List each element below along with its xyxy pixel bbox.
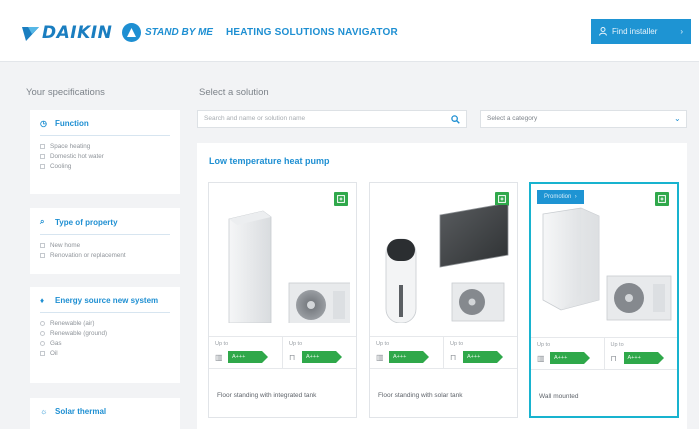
radio[interactable] [40,330,45,336]
energy-label: A+++ [228,351,268,363]
solar-icon: ☼ [40,407,48,416]
option-renewable-air[interactable]: Renewable (air) [30,318,180,328]
checkbox[interactable] [40,163,45,169]
efficiency-stats: Up to ▥ A+++ Up to ⊓ A+++ [531,337,677,370]
energy-label: A+++ [623,352,664,364]
energy-label: A+++ [389,351,429,363]
stand-by-me-icon [122,23,141,42]
option-gas[interactable]: Gas [30,338,180,348]
hot-water-rating: Up to ⊓ A+++ [282,337,356,368]
radio[interactable] [40,340,45,346]
filter-energy-source: ♦ Energy source new system Renewable (ai… [30,287,180,383]
option-cooling[interactable]: Cooling [30,161,180,171]
checkbox[interactable] [40,242,45,248]
filter-title: Energy source new system [55,296,159,305]
option-renewable-ground[interactable]: Renewable (ground) [30,328,180,338]
hot-water-rating: Up to ⊓ A+++ [443,337,517,368]
filter-header[interactable]: ♦ Energy source new system [30,287,180,305]
efficiency-stats: Up to ▥ A+++ Up to ⊓ A+++ [209,336,356,369]
divider [40,312,170,313]
brand-name: DAIKIN [42,23,113,43]
divider [40,135,170,136]
category-select[interactable]: Select a category [480,110,687,128]
daikin-logo[interactable]: DAIKIN [22,22,112,44]
radiator-icon: ▥ [376,352,384,362]
filter-solar-thermal: ☼ Solar thermal [30,398,180,429]
option-new-home[interactable]: New home [30,240,180,250]
filter-title: Solar thermal [55,407,107,416]
solution-card[interactable]: Up to ▥ A+++ Up to ⊓ A+++ Floor standing w… [208,182,357,418]
select-solution-title: Select a solution [199,87,269,98]
filter-header[interactable]: ◷ Function [30,110,180,128]
zoom-icon[interactable] [334,192,348,206]
radio[interactable] [40,320,45,326]
option-domestic-hot-water[interactable]: Domestic hot water [30,151,180,161]
card-title: Wall mounted [539,393,579,400]
efficiency-stats: Up to ▥ A+++ Up to ⊓ A+++ [370,336,517,369]
radiator-icon: ▥ [215,352,223,362]
clock-icon: ◷ [40,119,47,128]
filter-header[interactable]: ⌕ Type of property [30,208,180,227]
filter-title: Type of property [55,217,118,227]
tap-icon: ⊓ [289,352,296,362]
chevron-right-icon: › [680,27,683,36]
find-installer-label: Find installer [612,27,658,36]
hot-water-rating: Up to ⊓ A+++ [603,338,678,369]
search-button[interactable] [443,110,467,128]
card-title: Floor standing with solar tank [378,392,463,399]
radiator-icon: ▥ [537,353,545,363]
find-installer-button[interactable]: Find installer › [591,19,691,44]
filter-header[interactable]: ☼ Solar thermal [30,398,180,416]
filter-function: ◷ Function Space heating Domestic hot wa… [30,110,180,194]
section-title: Low temperature heat pump [209,156,330,166]
option-renovation[interactable]: Renovation or replacement [30,250,180,260]
card-title: Floor standing with integrated tank [217,392,317,399]
zoom-icon[interactable] [495,192,509,206]
energy-label: A+++ [463,351,503,363]
solution-card-selected[interactable]: Promotion › Up to ▥ A+++ Up to ⊓ A+++ Wall… [529,182,679,418]
energy-icon: ♦ [40,296,45,305]
filter-title: Function [55,119,89,128]
zoom-icon[interactable] [655,192,669,206]
person-icon [599,27,607,36]
search-input[interactable]: Search and name or solution name [197,110,467,128]
house-search-icon: ⌕ [40,217,45,226]
tagline: STAND BY ME [145,27,213,38]
option-oil[interactable]: Oil [30,348,180,358]
search-icon [450,114,460,124]
checkbox[interactable] [40,350,45,356]
tap-icon: ⊓ [450,352,457,362]
promotion-badge[interactable]: Promotion › [537,190,584,204]
energy-label: A+++ [550,352,590,364]
app-header: DAIKIN STAND BY ME HEATING SOLUTIONS NAV… [0,0,699,62]
daikin-triangle-icon [22,26,39,41]
checkbox[interactable] [40,153,45,159]
divider [40,234,170,235]
space-heating-rating: Up to ▥ A+++ [370,337,443,368]
filter-property-type: ⌕ Type of property New home Renovation o… [30,208,180,274]
chevron-down-icon: ⌄ [674,114,681,123]
energy-label: A+++ [302,351,342,363]
checkbox[interactable] [40,252,45,258]
specifications-title: Your specifications [26,87,105,98]
product-image-floor-standing [228,210,350,323]
solution-card[interactable]: Up to ▥ A+++ Up to ⊓ A+++ Floor standing w… [369,182,518,418]
option-space-heating[interactable]: Space heating [30,141,180,151]
product-title: HEATING SOLUTIONS NAVIGATOR [226,27,398,38]
tap-icon: ⊓ [610,353,617,363]
space-heating-rating: Up to ▥ A+++ [531,338,604,369]
product-image-wall-mounted [542,207,672,321]
space-heating-rating: Up to ▥ A+++ [209,337,282,368]
stand-by-me-logo[interactable]: STAND BY ME [122,23,213,42]
checkbox[interactable] [40,143,45,149]
product-image-solar [385,205,509,323]
